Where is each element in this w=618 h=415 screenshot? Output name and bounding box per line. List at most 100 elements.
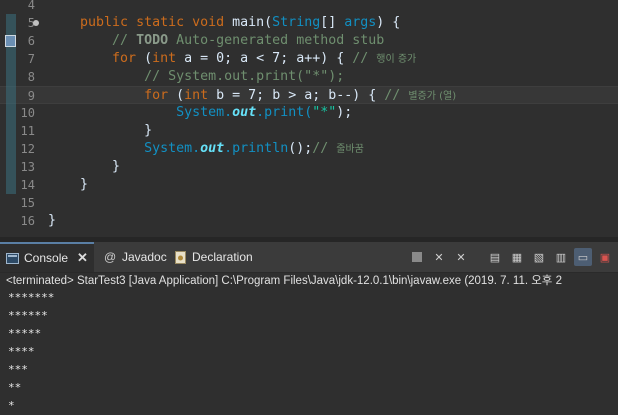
code-line[interactable]: 16}	[0, 212, 618, 230]
code-token: 행이 증가	[376, 54, 417, 65]
console-status: <terminated> StarTest3 [Java Application…	[6, 275, 562, 287]
console-output-line: *	[8, 399, 15, 412]
code-text: }	[48, 212, 56, 230]
code-token: //	[312, 141, 337, 156]
pin-console-icon[interactable]: ▭	[574, 248, 592, 266]
code-token: b = 7; b > a; b--) {	[216, 88, 385, 103]
code-token: out	[232, 105, 257, 120]
code-token: out	[200, 141, 225, 156]
code-line[interactable]: 7 for (int a = 0; a < 7; a++) { // 행이 증가	[0, 50, 618, 68]
code-token: }	[48, 213, 57, 228]
word-wrap-icon[interactable]: ▦	[508, 248, 526, 266]
code-text: for (int a = 0; a < 7; a++) { // 행이 증가	[48, 50, 416, 69]
console-output[interactable]: <terminated> StarTest3 [Java Application…	[0, 273, 618, 415]
code-token: );	[336, 105, 353, 120]
console-output-line: **	[8, 381, 22, 394]
tab-declaration-label: Declaration	[192, 250, 253, 264]
code-token: .println	[224, 141, 289, 156]
code-token: TODO	[136, 33, 169, 48]
code-text: }	[48, 158, 120, 176]
code-text: public static void main(String[] args) {	[48, 14, 400, 32]
change-marker	[6, 176, 16, 194]
change-marker	[6, 68, 16, 86]
console-output-line: ****	[8, 345, 35, 358]
close-icon[interactable]: ✕	[77, 250, 88, 266]
code-text: // TODO Auto-generated method stub	[48, 32, 384, 50]
code-token: .print(	[256, 105, 313, 120]
show-on-output-icon[interactable]: ▧	[530, 248, 548, 266]
code-text: System.out.println();// 줄바꿈	[48, 140, 364, 159]
change-marker	[6, 50, 16, 68]
change-marker	[6, 104, 16, 122]
code-line[interactable]: 8 // System.out.print("*");	[0, 68, 618, 86]
line-number: 16	[20, 214, 35, 228]
change-marker	[6, 122, 16, 140]
code-token: "*"	[312, 105, 337, 120]
fold-toggle-icon[interactable]	[33, 20, 39, 26]
code-token: }	[144, 123, 153, 138]
tab-console-label: Console	[24, 251, 69, 265]
code-line[interactable]: 10 System.out.print("*");	[0, 104, 618, 122]
code-token: //	[112, 33, 137, 48]
code-editor[interactable]: 4 5 public static void main(String[] args…	[0, 0, 618, 237]
task-marker-icon[interactable]	[5, 35, 16, 47]
view-tab-bar: Console ✕ @ Javadoc Declaration ✕ ✕ ▤ ▦ …	[0, 242, 618, 273]
remove-all-terminated-icon[interactable]: ✕	[452, 248, 470, 266]
code-token: // System.out.print("*");	[144, 69, 345, 84]
javadoc-icon: @	[104, 249, 117, 264]
clear-console-icon[interactable]	[474, 248, 482, 266]
code-token: main(	[232, 15, 273, 30]
code-text: System.out.print("*");	[48, 104, 352, 122]
code-token: int	[184, 88, 217, 103]
tab-declaration[interactable]: Declaration	[168, 242, 259, 272]
terminate-icon[interactable]	[408, 248, 426, 266]
console-output-line: ******	[8, 309, 48, 322]
code-token: Auto-generated method stub	[168, 33, 385, 48]
code-text: }	[48, 176, 88, 194]
code-line[interactable]: 15	[0, 194, 618, 212]
code-token: []	[320, 15, 345, 30]
code-token: 줄바꿈	[336, 144, 364, 155]
tab-console[interactable]: Console ✕	[0, 242, 94, 272]
code-token: int	[152, 51, 185, 66]
declaration-icon	[174, 250, 187, 264]
scroll-lock-icon[interactable]: ▤	[486, 248, 504, 266]
code-line[interactable]: 4	[0, 0, 618, 14]
code-line[interactable]: 9 for (int b = 7; b > a; b--) { // 별증가 (…	[0, 86, 618, 104]
code-token: }	[80, 177, 89, 192]
code-token: ();	[288, 141, 313, 156]
change-marker	[6, 14, 16, 32]
code-text: }	[48, 122, 152, 140]
code-token: public static void	[80, 15, 233, 30]
code-text: // System.out.print("*");	[48, 68, 344, 86]
code-line[interactable]: 13 }	[0, 158, 618, 176]
console-output-line: *****	[8, 327, 42, 340]
code-token: for	[112, 51, 145, 66]
change-marker	[6, 140, 16, 158]
remove-launch-icon[interactable]: ✕	[430, 248, 448, 266]
code-token: System.	[144, 141, 201, 156]
code-token: a = 0; a < 7; a++) {	[184, 51, 353, 66]
code-token: String	[272, 15, 321, 30]
line-number: 15	[20, 196, 35, 210]
code-token: }	[112, 159, 121, 174]
code-token: //	[384, 88, 409, 103]
code-line[interactable]: 5 public static void main(String[] args)…	[0, 14, 618, 32]
code-token: (	[144, 51, 153, 66]
code-token: args	[344, 15, 377, 30]
code-line[interactable]: 12 System.out.println();// 줄바꿈	[0, 140, 618, 158]
display-console-icon[interactable]: ▣	[596, 248, 614, 266]
code-line[interactable]: 14 }	[0, 176, 618, 194]
code-line[interactable]: 6 // TODO Auto-generated method stub	[0, 32, 618, 50]
console-output-line: *******	[8, 291, 55, 304]
tab-javadoc[interactable]: @ Javadoc	[98, 242, 173, 272]
line-number: 4	[27, 0, 35, 12]
code-token: 별증가 (열)	[408, 91, 457, 102]
change-marker	[6, 86, 16, 104]
code-line[interactable]: 11 }	[0, 122, 618, 140]
console-output-line: ***	[8, 363, 28, 376]
show-on-error-icon[interactable]: ▥	[552, 248, 570, 266]
change-marker	[6, 158, 16, 176]
code-token: System.	[176, 105, 233, 120]
code-token: ) {	[376, 15, 401, 30]
